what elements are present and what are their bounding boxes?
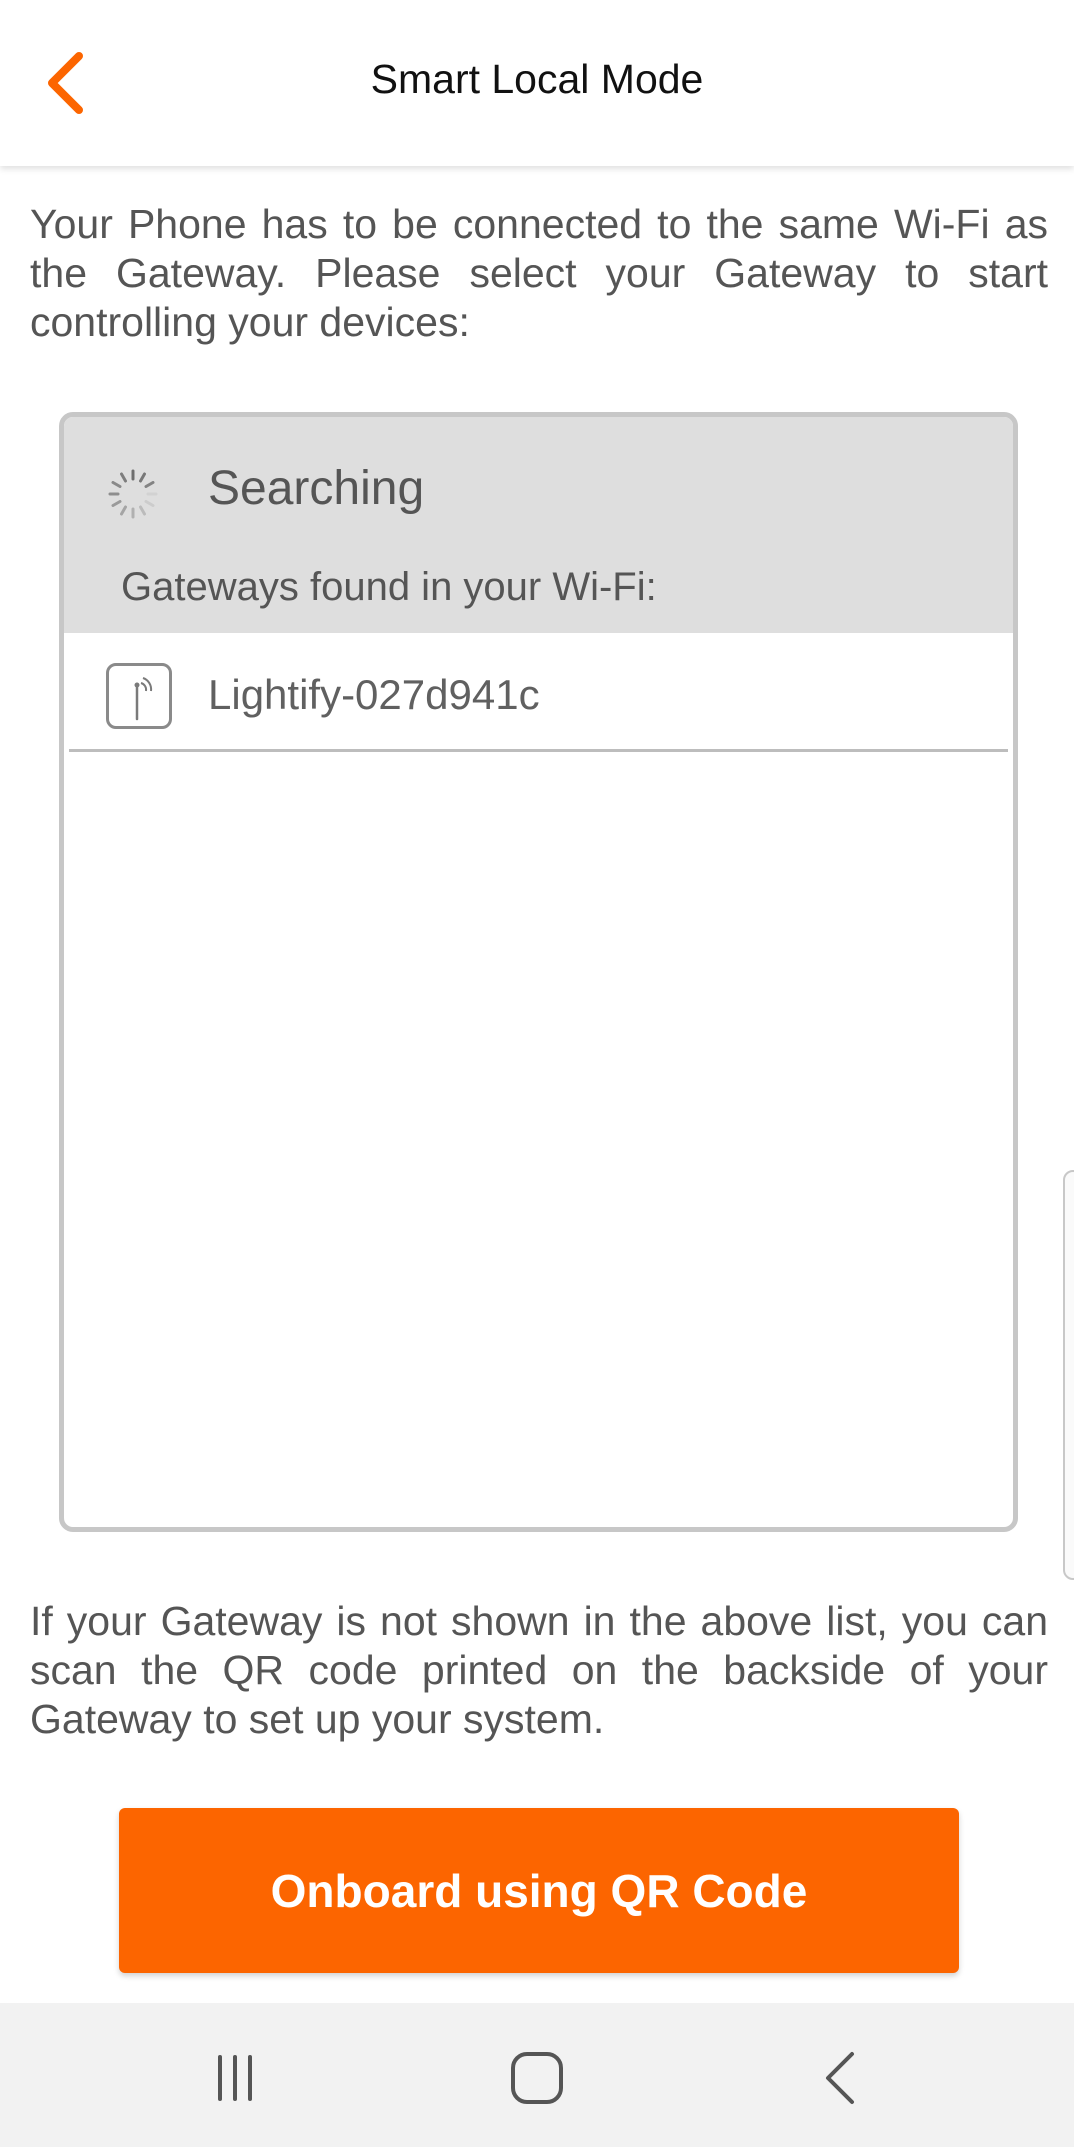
- gateway-name: Lightify-027d941c: [208, 671, 540, 718]
- app-bar: Smart Local Mode: [0, 0, 1074, 166]
- recents-icon: [218, 2055, 252, 2101]
- searching-status: Searching: [208, 462, 425, 515]
- search-status-header: Searching Gateways found in your Wi-Fi:: [64, 417, 1013, 633]
- gateway-icon: [106, 663, 172, 729]
- gateway-list-item[interactable]: Lightify-027d941c: [69, 633, 1008, 752]
- gateway-search-panel: Searching Gateways found in your Wi-Fi: …: [59, 412, 1018, 1532]
- system-nav-bar: [0, 2003, 1074, 2147]
- home-button[interactable]: [492, 2043, 582, 2113]
- back-icon: [826, 2052, 854, 2104]
- onboard-qr-button[interactable]: Onboard using QR Code: [119, 1808, 959, 1973]
- nav-back-button[interactable]: [795, 2043, 885, 2113]
- home-icon: [511, 2052, 563, 2104]
- gateways-found-label: Gateways found in your Wi-Fi:: [121, 565, 657, 609]
- recents-button[interactable]: [190, 2043, 280, 2113]
- qr-hint-text: If your Gateway is not shown in the abov…: [30, 1598, 1048, 1742]
- page-title: Smart Local Mode: [370, 56, 704, 102]
- loading-spinner-icon: [108, 469, 158, 519]
- intro-text: Your Phone has to be connected to the sa…: [30, 201, 1048, 345]
- edge-panel-handle[interactable]: [1063, 1170, 1074, 1580]
